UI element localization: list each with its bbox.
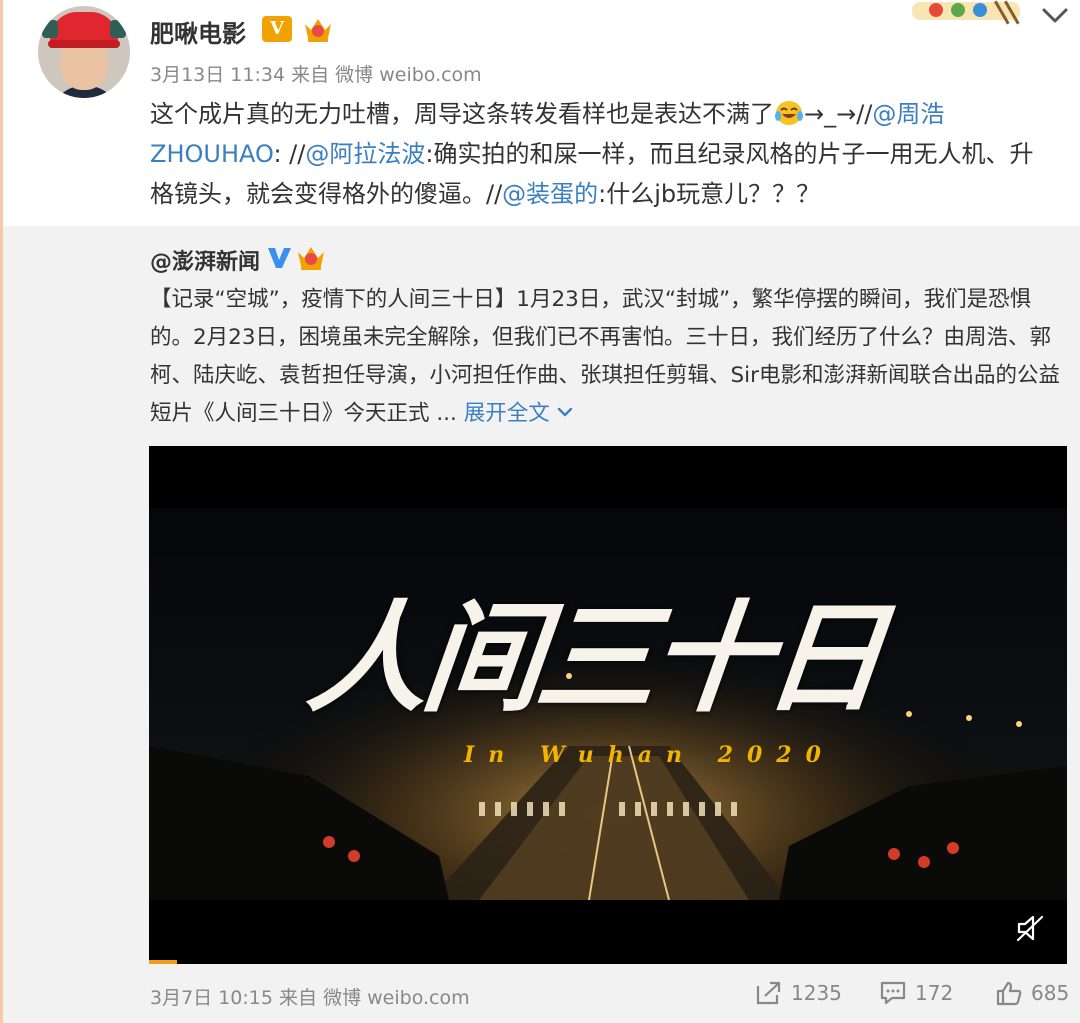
video-player[interactable]: 人间三十日 In Wuhan 2020 <box>149 446 1067 964</box>
post-text-arrow: →_→// <box>804 100 873 128</box>
verified-v-icon[interactable] <box>265 244 293 270</box>
avatar-ear-right <box>110 20 126 38</box>
post-text: 这个成片真的无力吐槽，周导这条转发看样也是表达不满了 →_→//@周浩ZHOUHA… <box>150 94 1050 214</box>
video-progress-bar[interactable] <box>149 960 1067 964</box>
chevron-down-icon[interactable] <box>1040 4 1070 26</box>
video-subtitle: In Wuhan 2020 <box>464 742 835 768</box>
avatar-hat-band <box>48 40 120 48</box>
decorative-banner-icon <box>912 0 1020 25</box>
repost-body: 【记录“空城”，疫情下的人间三十日】1月23日，武汉“封城”，繁华停摆的瞬间，我… <box>150 287 1060 426</box>
post-text-part4: :什么jb玩意儿？？？ <box>598 180 821 208</box>
crown-icon[interactable] <box>295 242 327 272</box>
like-count: 685 <box>1031 981 1070 1005</box>
repost-button[interactable]: 1235 <box>755 980 842 1006</box>
mention-alafabo[interactable]: @阿拉法波 <box>305 140 425 168</box>
post-username[interactable]: 肥啾电影 <box>150 14 246 49</box>
repost-source-prefix: 来自 <box>279 987 318 1009</box>
avatar-ear-left <box>42 20 58 38</box>
repost-icon <box>756 981 781 1005</box>
post-text-part2: : // <box>273 140 306 168</box>
post-date[interactable]: 3月13日 11:34 <box>150 64 285 86</box>
repost-source[interactable]: 微博 weibo.com <box>323 987 470 1009</box>
expand-label[interactable]: 展开全文 <box>464 401 550 426</box>
video-progress-fill <box>149 960 177 964</box>
post-source-prefix: 来自 <box>291 64 330 86</box>
laugh-cry-emoji-icon <box>775 101 803 125</box>
post-meta: 3月13日 11:34 来自 微博 weibo.com <box>150 60 482 87</box>
repost-count: 1235 <box>791 981 842 1005</box>
repost-date[interactable]: 3月7日 10:15 <box>150 987 273 1009</box>
repost-text: 【记录“空城”，疫情下的人间三十日】1月23日，武汉“封城”，繁华停摆的瞬间，我… <box>150 281 1065 433</box>
repost-username[interactable]: @澎湃新闻 <box>150 244 260 276</box>
comment-count: 172 <box>915 981 954 1005</box>
mention-zhuangdande[interactable]: @装蛋的 <box>502 180 598 208</box>
repost-meta: 3月7日 10:15 来自 微博 weibo.com <box>150 983 470 1010</box>
comment-icon <box>880 981 906 1005</box>
expand-full-text-link[interactable]: 展开全文 <box>464 401 574 426</box>
video-title: 人间三十日 <box>301 588 887 729</box>
chevron-down-icon[interactable] <box>556 405 574 419</box>
mute-icon[interactable] <box>1015 914 1045 942</box>
avatar[interactable] <box>38 6 130 98</box>
comment-button[interactable]: 172 <box>879 980 953 1006</box>
post-text-part1: 这个成片真的无力吐槽，周导这条转发看样也是表达不满了 <box>150 100 774 128</box>
post-source[interactable]: 微博 weibo.com <box>335 64 482 86</box>
repost-card[interactable]: @澎湃新闻 【记录“空城”，疫情下的人间三十日】1月23日，武汉“封城”，繁华停… <box>3 226 1080 1023</box>
like-button[interactable]: 685 <box>995 980 1069 1006</box>
verified-v-icon[interactable]: V <box>262 16 292 42</box>
crown-icon[interactable] <box>302 14 334 44</box>
like-icon <box>996 981 1022 1006</box>
